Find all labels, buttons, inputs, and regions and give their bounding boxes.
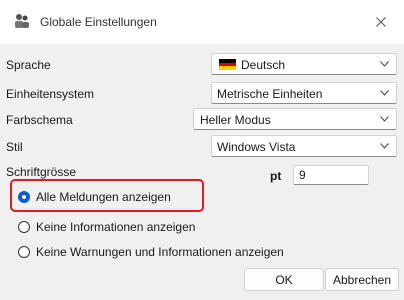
chevron-down-icon	[380, 61, 389, 67]
radio-label: Keine Warnungen und Informationen anzeig…	[36, 245, 284, 259]
style-value: Windows Vista	[217, 140, 296, 154]
cancel-button[interactable]: Abbrechen	[325, 268, 399, 291]
color-scheme-value: Heller Modus	[200, 113, 271, 127]
language-select[interactable]: Deutsch	[211, 53, 397, 75]
style-select[interactable]: Windows Vista	[211, 135, 397, 157]
style-label: Stil	[6, 140, 23, 154]
settings-dialog: Globale Einstellungen Sprache Deutsch Ei…	[0, 0, 404, 300]
chevron-down-icon	[380, 116, 389, 122]
people-icon	[15, 14, 29, 28]
font-size-value: 9	[299, 168, 306, 182]
chevron-down-icon	[380, 90, 389, 96]
radio-label: Keine Informationen anzeigen	[36, 220, 196, 234]
title-bar: Globale Einstellungen	[0, 0, 404, 44]
chevron-down-icon	[380, 143, 389, 149]
radio-no-warnings-info[interactable]: Keine Warnungen und Informationen anzeig…	[18, 244, 284, 260]
units-label: Einheitensystem	[6, 87, 95, 101]
ok-button[interactable]: OK	[244, 268, 324, 291]
radio-all-messages[interactable]: Alle Meldungen anzeigen	[18, 189, 171, 205]
window-title: Globale Einstellungen	[40, 15, 157, 29]
color-scheme-label: Farbschema	[6, 113, 73, 127]
close-button[interactable]	[358, 0, 404, 44]
radio-button[interactable]	[18, 221, 30, 233]
language-label: Sprache	[6, 58, 51, 72]
font-size-label: Schriftgrösse	[6, 165, 77, 179]
units-select[interactable]: Metrische Einheiten	[211, 82, 397, 104]
radio-no-info[interactable]: Keine Informationen anzeigen	[18, 219, 195, 235]
font-size-unit: pt	[270, 169, 282, 183]
germany-flag-icon	[219, 59, 236, 71]
language-value: Deutsch	[241, 58, 286, 72]
radio-label: Alle Meldungen anzeigen	[36, 190, 171, 204]
units-value: Metrische Einheiten	[217, 87, 323, 101]
color-scheme-select[interactable]: Heller Modus	[193, 108, 397, 130]
font-size-input[interactable]: 9	[293, 165, 369, 185]
radio-button-checked[interactable]	[18, 191, 30, 203]
radio-button[interactable]	[18, 246, 30, 258]
close-icon	[376, 17, 386, 27]
